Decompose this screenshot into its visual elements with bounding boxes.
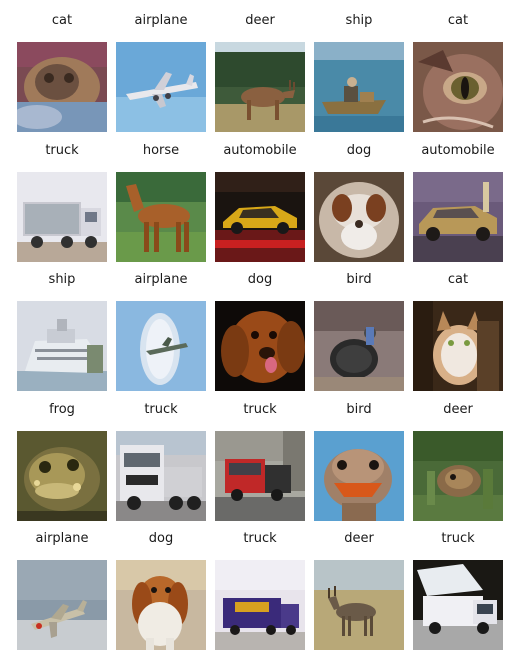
airplane-image: [17, 560, 107, 650]
ship-image: [314, 42, 404, 132]
grid-cell: dog: [314, 140, 404, 262]
class-label: horse: [142, 142, 180, 158]
dog-image: [116, 560, 206, 650]
automobile-image: [215, 171, 305, 262]
ship-image: [17, 301, 107, 391]
airplane-image: [116, 301, 206, 391]
grid-cell: airplane: [116, 269, 206, 391]
class-label: truck: [243, 531, 277, 546]
horse-image: [116, 171, 206, 262]
class-label: dog: [148, 531, 174, 546]
grid-cell: truck: [17, 140, 107, 262]
grid-cell: truck: [116, 399, 206, 521]
cat-image: [413, 301, 503, 391]
truck-image: [116, 430, 206, 521]
grid-cell: ship: [17, 269, 107, 391]
class-label: ship: [48, 272, 76, 287]
grid-cell: truck: [215, 528, 305, 650]
class-label: frog: [49, 401, 75, 417]
dog-image: [215, 301, 305, 391]
class-label: deer: [344, 531, 374, 546]
grid-cell: airplane: [17, 528, 107, 650]
class-label: bird: [346, 401, 372, 417]
bird-image: [314, 430, 404, 521]
deer-image: [413, 430, 503, 521]
class-label: automobile: [421, 142, 495, 158]
class-label: truck: [45, 142, 79, 158]
grid-cell: automobile: [215, 140, 305, 262]
grid-cell: frog: [17, 399, 107, 521]
grid-cell: cat: [413, 10, 503, 132]
cat-image: [413, 42, 503, 132]
grid-cell: truck: [413, 528, 503, 650]
image-grid: cat airplane deer ship cat truck horse a…: [17, 10, 507, 660]
class-label: bird: [346, 272, 372, 287]
grid-cell: dog: [215, 269, 305, 391]
grid-cell: truck: [215, 399, 305, 521]
automobile-image: [413, 171, 503, 262]
airplane-image: [116, 42, 206, 132]
class-label: airplane: [35, 531, 89, 546]
class-label: truck: [144, 401, 178, 417]
cat-image: [17, 42, 107, 132]
truck-image: [215, 560, 305, 650]
grid-cell: cat: [17, 10, 107, 132]
truck-image: [215, 430, 305, 521]
class-label: cat: [447, 13, 469, 28]
grid-cell: bird: [314, 399, 404, 521]
class-label: cat: [51, 13, 73, 28]
grid-cell: deer: [413, 399, 503, 521]
class-label: airplane: [134, 272, 188, 287]
grid-cell: airplane: [116, 10, 206, 132]
class-label: truck: [243, 401, 277, 417]
class-label: deer: [443, 401, 473, 417]
class-label: dog: [247, 272, 273, 287]
grid-cell: deer: [314, 528, 404, 650]
truck-image: [413, 560, 503, 650]
class-label: dog: [346, 142, 372, 158]
grid-cell: dog: [116, 528, 206, 650]
grid-cell: cat: [413, 269, 503, 391]
class-label: cat: [447, 272, 469, 287]
grid-cell: bird: [314, 269, 404, 391]
class-label: airplane: [134, 13, 188, 28]
bird-image: [314, 301, 404, 391]
grid-cell: ship: [314, 10, 404, 132]
deer-image: [215, 42, 305, 132]
grid-cell: deer: [215, 10, 305, 132]
class-label: deer: [245, 13, 275, 28]
dog-image: [314, 171, 404, 262]
frog-image: [17, 430, 107, 521]
grid-cell: automobile: [413, 140, 503, 262]
class-label: ship: [345, 13, 373, 28]
class-label: automobile: [223, 142, 297, 158]
deer-image: [314, 560, 404, 650]
truck-image: [17, 171, 107, 262]
grid-cell: horse: [116, 140, 206, 262]
class-label: truck: [441, 531, 475, 546]
